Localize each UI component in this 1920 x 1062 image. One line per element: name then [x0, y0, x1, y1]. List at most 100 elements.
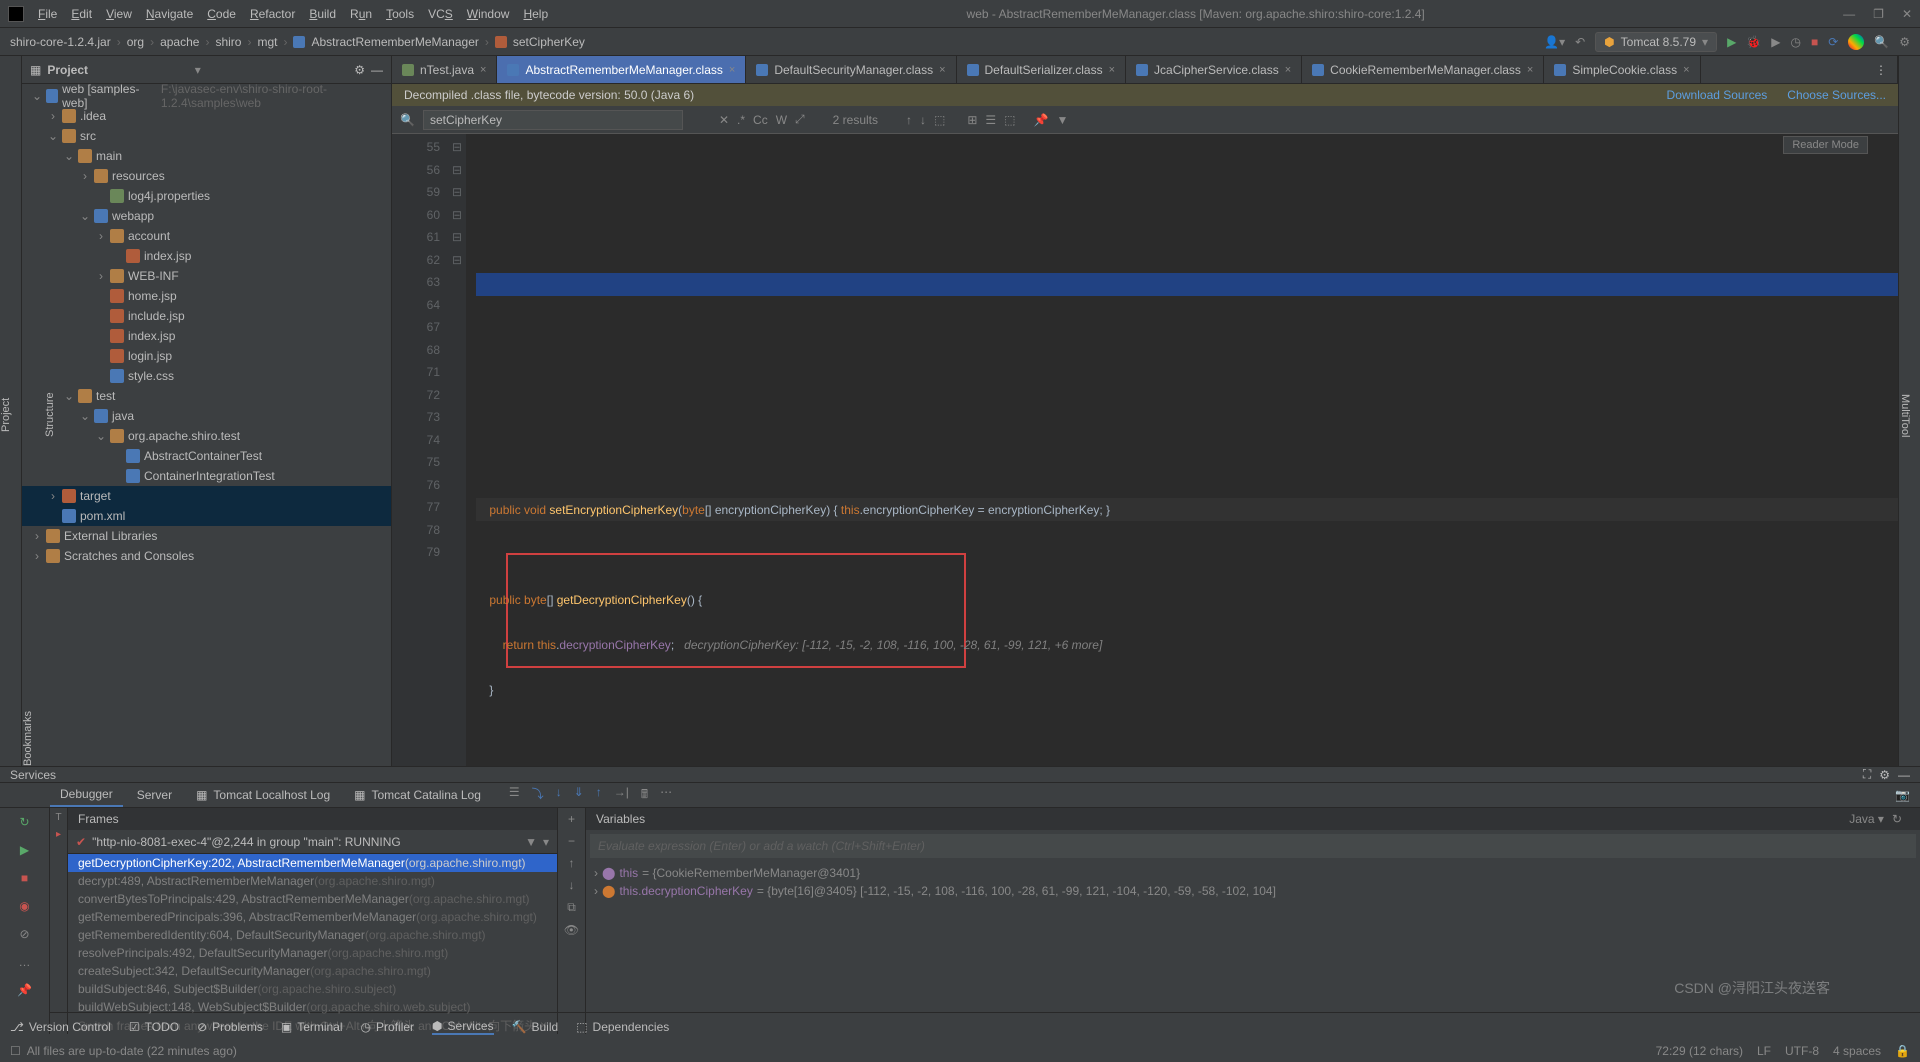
choose-sources-link[interactable]: Choose Sources...	[1787, 88, 1886, 102]
avatar-icon[interactable]	[1848, 34, 1864, 50]
project-tool-button[interactable]: Project	[0, 64, 12, 766]
tree-item[interactable]: ⌄main	[22, 146, 391, 166]
status-terminal[interactable]: ▣Terminal	[281, 1020, 343, 1034]
filter-icon[interactable]: ☰	[985, 113, 996, 127]
stack-frame[interactable]: resolvePrincipals:492, DefaultSecurityMa…	[68, 944, 557, 962]
minimize-button[interactable]: —	[1843, 7, 1855, 21]
menu-edit[interactable]: Edit	[71, 7, 92, 21]
tree-item[interactable]: ⌄src	[22, 126, 391, 146]
gear-icon[interactable]: ⚙	[1879, 768, 1890, 782]
evaluate-input[interactable]: Evaluate expression (Enter) or add a wat…	[590, 834, 1916, 858]
variable-row[interactable]: › ⬤ this.decryptionCipherKey = {byte[16]…	[594, 882, 1912, 900]
tab-catalina-log[interactable]: ▦ Tomcat Catalina Log	[344, 784, 491, 806]
maximize-icon[interactable]: ⛶	[1863, 767, 1871, 782]
menu-window[interactable]: Window	[467, 7, 510, 21]
tree-item[interactable]: ›Scratches and Consoles	[22, 546, 391, 566]
filter-icon[interactable]: ⬚	[1004, 113, 1015, 127]
add-selection-icon[interactable]: ⊞	[967, 113, 977, 127]
watch-icon[interactable]: 👁	[564, 923, 579, 937]
status-problems[interactable]: ⊘Problems	[197, 1020, 263, 1034]
profile-button[interactable]: ◷	[1790, 35, 1800, 49]
expand-icon[interactable]: ⤢	[795, 112, 805, 127]
menu-help[interactable]: Help	[523, 7, 548, 21]
menu-vcs[interactable]: VCS	[428, 7, 453, 21]
debug-button[interactable]: 🐞	[1746, 35, 1761, 49]
status-version-control[interactable]: ⎇Version Control	[10, 1020, 111, 1034]
code-content[interactable]: public void setEncryptionCipherKey(byte[…	[466, 134, 1898, 766]
stack-frame[interactable]: buildWebSubject:148, WebSubject$Builder …	[68, 998, 557, 1016]
crumb[interactable]: setCipherKey	[513, 35, 585, 49]
layout-icon[interactable]: ☰	[509, 785, 520, 806]
filter-icon[interactable]: ▼	[525, 835, 537, 849]
status-profiler[interactable]: ◷Profiler	[361, 1020, 415, 1034]
tree-item[interactable]: ⌄web [samples-web]F:\javasec-env\shiro-s…	[22, 86, 391, 106]
remove-watch-icon[interactable]: −	[568, 834, 575, 848]
menu-view[interactable]: View	[106, 7, 132, 21]
editor-tab[interactable]: CookieRememberMeManager.class×	[1302, 56, 1544, 83]
stack-frame[interactable]: getRememberedPrincipals:396, AbstractRem…	[68, 908, 557, 926]
tree-item[interactable]: include.jsp	[22, 306, 391, 326]
add-watch-icon[interactable]: +	[568, 812, 575, 826]
tree-item[interactable]: pom.xml	[22, 506, 391, 526]
reader-mode-badge[interactable]: Reader Mode	[1783, 136, 1868, 154]
tree-item[interactable]: ContainerIntegrationTest	[22, 466, 391, 486]
words-icon[interactable]: W	[776, 113, 787, 127]
run-button[interactable]: ▶	[1727, 35, 1736, 49]
pin-icon[interactable]: 📌	[1034, 113, 1049, 127]
tomcat-child-icon[interactable]: ▸	[56, 829, 61, 840]
update-button[interactable]: ⟳	[1828, 35, 1838, 49]
lang-label[interactable]: Java ▾	[1849, 812, 1884, 826]
more-icon[interactable]: ⋯	[660, 785, 672, 806]
regex-icon[interactable]: .*	[737, 113, 745, 127]
tab-debugger[interactable]: Debugger	[50, 783, 123, 807]
editor-tab[interactable]: DefaultSerializer.class×	[957, 56, 1127, 83]
status-dependencies[interactable]: ⬚Dependencies	[576, 1020, 669, 1034]
search-icon[interactable]: 🔍	[1874, 35, 1889, 49]
multitool-button[interactable]: MultiTool	[1899, 66, 1911, 766]
crumb[interactable]: shiro-core-1.2.4.jar	[10, 35, 111, 49]
tree-item[interactable]: ⌄org.apache.shiro.test	[22, 426, 391, 446]
up-icon[interactable]: ↑	[569, 856, 575, 870]
menu-build[interactable]: Build	[309, 7, 336, 21]
select-all-icon[interactable]: ⬚	[934, 113, 945, 127]
close-find-icon[interactable]: ✕	[719, 113, 729, 127]
sync-icon[interactable]: ☐	[10, 1044, 21, 1058]
tree-item[interactable]: AbstractContainerTest	[22, 446, 391, 466]
status-todo[interactable]: ☑TODO	[129, 1020, 179, 1034]
encoding[interactable]: UTF-8	[1785, 1044, 1819, 1058]
indent[interactable]: 4 spaces	[1833, 1044, 1881, 1058]
tree-item[interactable]: style.css	[22, 366, 391, 386]
download-sources-link[interactable]: Download Sources	[1667, 88, 1768, 102]
pin-button[interactable]: 📌	[15, 980, 35, 1000]
user-icon[interactable]: 👤▾	[1544, 35, 1565, 49]
maximize-button[interactable]: ❐	[1873, 7, 1884, 21]
line-sep[interactable]: LF	[1757, 1044, 1771, 1058]
menu-code[interactable]: Code	[207, 7, 236, 21]
coverage-button[interactable]: ▶	[1771, 35, 1780, 49]
editor-tab[interactable]: nTest.java×	[392, 56, 497, 83]
thread-selector[interactable]: ✔ "http-nio-8081-exec-4"@2,244 in group …	[68, 830, 557, 854]
run-config-selector[interactable]: ⬢Tomcat 8.5.79▾	[1595, 32, 1717, 52]
menu-navigate[interactable]: Navigate	[146, 7, 193, 21]
tomcat-node-icon[interactable]: T	[55, 812, 61, 823]
settings-button[interactable]: …	[15, 952, 35, 972]
menu-run[interactable]: Run	[350, 7, 372, 21]
view-breakpoints-button[interactable]: ◉	[15, 896, 35, 916]
stack-frame[interactable]: buildSubject:846, Subject$Builder (org.a…	[68, 980, 557, 998]
stop-button[interactable]: ■	[15, 868, 35, 888]
structure-tool-button[interactable]: Structure	[44, 64, 56, 766]
code-area[interactable]: Reader Mode 5556596061626364676871727374…	[392, 134, 1898, 766]
find-input[interactable]	[423, 110, 683, 130]
collapse-icon[interactable]: —	[371, 63, 383, 77]
copy-icon[interactable]: ⧉	[567, 900, 576, 915]
variable-row[interactable]: › ⬤ this = {CookieRememberMeManager@3401…	[594, 864, 1912, 882]
frames-list[interactable]: getDecryptionCipherKey:202, AbstractReme…	[68, 854, 557, 1016]
close-button[interactable]: ✕	[1902, 7, 1912, 21]
tree-item[interactable]: ⌄webapp	[22, 206, 391, 226]
tree-item[interactable]: index.jsp	[22, 246, 391, 266]
next-match-icon[interactable]: ↓	[920, 113, 926, 127]
rerun-button[interactable]: ↻	[15, 812, 35, 832]
tree-item[interactable]: login.jsp	[22, 346, 391, 366]
stack-frame[interactable]: getDecryptionCipherKey:202, AbstractReme…	[68, 854, 557, 872]
back-icon[interactable]: ↶	[1575, 35, 1585, 49]
